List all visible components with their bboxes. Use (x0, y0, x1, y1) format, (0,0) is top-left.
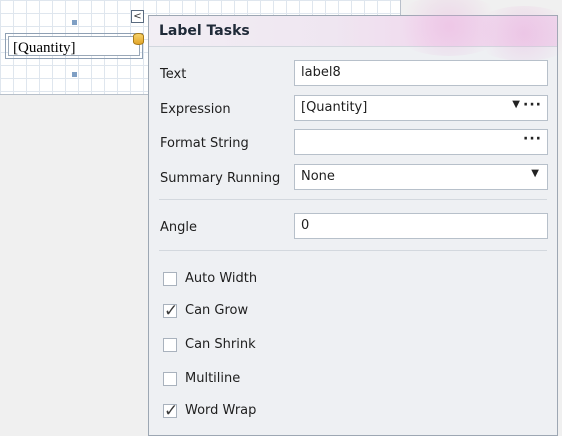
can-shrink-label: Can Shrink (185, 337, 256, 352)
summary-running-select[interactable]: None ▼ (294, 164, 548, 190)
checkbox-box[interactable]: ✓ (163, 372, 177, 386)
expression-value: [Quantity] (301, 100, 368, 115)
checkbox-box[interactable]: ✓ (163, 301, 179, 321)
format-string-label: Format String (160, 136, 249, 151)
summary-running-value: None (301, 169, 335, 184)
bottom-resize-handle[interactable] (72, 72, 77, 77)
text-label: Text (160, 67, 187, 82)
text-input[interactable]: label8 (294, 60, 548, 86)
expression-ellipsis-button[interactable]: ··· (523, 97, 542, 113)
format-string-field[interactable]: ··· (294, 129, 548, 155)
angle-input[interactable]: 0 (294, 213, 548, 239)
text-value: label8 (301, 65, 341, 80)
multiline-label: Multiline (185, 371, 241, 386)
auto-width-label: Auto Width (185, 271, 258, 286)
label-control-text: [Quantity] (13, 40, 76, 56)
angle-value: 0 (301, 218, 310, 233)
label-tasks-panel: Label Tasks Text label8 Expression [Quan… (148, 0, 562, 436)
label-control[interactable]: [Quantity] (5, 33, 143, 59)
header-decoration (469, 6, 562, 61)
data-binding-icon (133, 33, 144, 45)
checkbox-box[interactable]: ✓ (163, 272, 177, 286)
label-control-body: [Quantity] (8, 36, 140, 56)
expression-dropdown-icon[interactable]: ▼ (512, 99, 520, 110)
check-icon: ✓ (164, 401, 179, 421)
checkbox-box[interactable]: ✓ (163, 401, 179, 421)
section-divider (159, 199, 547, 200)
collapse-smart-tag-button[interactable]: < (131, 10, 144, 23)
summary-running-dropdown-icon[interactable]: ▼ (531, 168, 539, 179)
expression-label: Expression (160, 102, 231, 117)
panel-title: Label Tasks (159, 23, 250, 39)
checkbox-box[interactable]: ✓ (163, 338, 177, 352)
format-string-ellipsis-button[interactable]: ··· (523, 131, 542, 147)
expression-field[interactable]: [Quantity] ▼ ··· (294, 95, 548, 121)
word-wrap-label: Word Wrap (185, 403, 257, 418)
angle-label: Angle (160, 220, 197, 235)
panel-header: Label Tasks (149, 0, 562, 61)
top-resize-handle[interactable] (72, 20, 77, 25)
summary-running-label: Summary Running (160, 171, 281, 186)
can-grow-label: Can Grow (185, 303, 249, 318)
section-divider (159, 250, 547, 251)
check-icon: ✓ (164, 301, 179, 321)
